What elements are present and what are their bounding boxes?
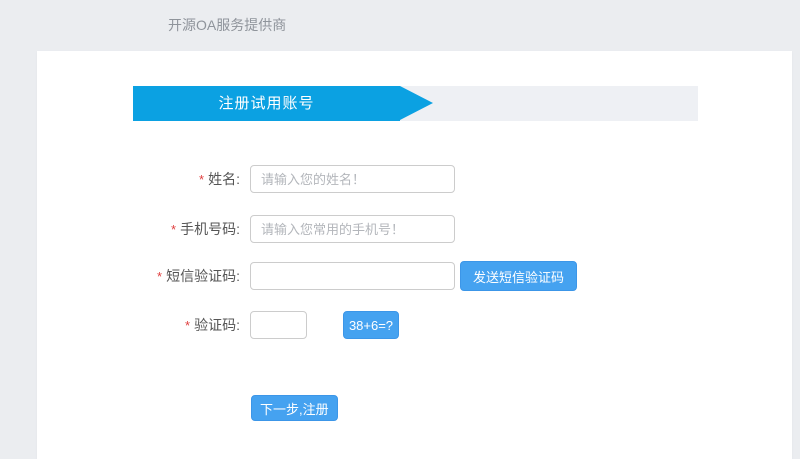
site-title: 开源OA服务提供商	[168, 17, 287, 33]
name-label: * 姓名:	[37, 169, 240, 189]
required-asterisk: *	[185, 318, 191, 333]
required-asterisk: *	[199, 172, 205, 187]
name-label-text: 姓名:	[208, 171, 240, 187]
form-row-captcha: * 验证码: 38+6=?	[37, 310, 399, 340]
phone-label: * 手机号码:	[37, 219, 240, 239]
required-asterisk: *	[157, 269, 163, 284]
top-header: 开源OA服务提供商	[0, 0, 800, 51]
captcha-label: * 验证码:	[37, 315, 240, 335]
banner-title: 注册试用账号	[218, 95, 315, 112]
sms-code-label: * 短信验证码:	[37, 266, 240, 286]
banner-strip: 注册试用账号	[133, 86, 698, 121]
captcha-question-button[interactable]: 38+6=?	[343, 311, 399, 339]
form-row-name: * 姓名:	[37, 164, 455, 194]
required-asterisk: *	[171, 222, 177, 237]
registration-card: 注册试用账号 *姓名: *手机号码: *短信验证码: 发送短信验证码 *验证码:…	[37, 51, 792, 459]
submit-button[interactable]: 下一步,注册	[251, 395, 338, 421]
form-row-phone: * 手机号码:	[37, 214, 455, 244]
phone-input[interactable]	[250, 215, 455, 243]
sms-code-input[interactable]	[250, 262, 455, 290]
captcha-label-text: 验证码:	[194, 317, 240, 333]
send-sms-code-button[interactable]: 发送短信验证码	[460, 261, 578, 291]
captcha-input[interactable]	[250, 311, 307, 339]
form-row-sms-code: * 短信验证码: 发送短信验证码	[37, 261, 578, 291]
sms-code-label-text: 短信验证码:	[166, 268, 240, 284]
name-input[interactable]	[250, 165, 455, 193]
phone-label-text: 手机号码:	[180, 221, 240, 237]
banner-arrow: 注册试用账号	[133, 86, 433, 121]
